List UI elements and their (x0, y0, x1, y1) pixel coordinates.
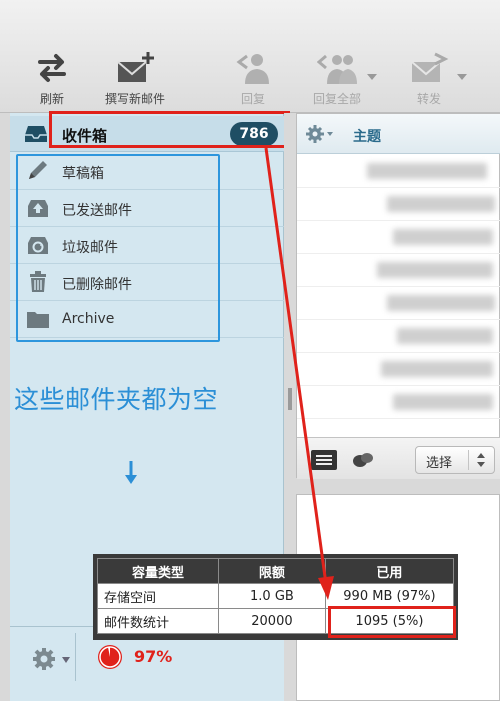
reply-label: 回复 (240, 92, 265, 106)
compose-mail-icon (117, 52, 154, 82)
list-view-icon[interactable] (311, 450, 337, 470)
column-header-limit: 限额 (218, 558, 326, 584)
table-cell: 20000 (218, 608, 326, 634)
compose-label: 撰写新邮件 (104, 92, 165, 106)
table-cell: 存储空间 (96, 583, 220, 609)
table-cell: 邮件数统计 (96, 608, 220, 634)
select-label: 选择 (426, 456, 453, 471)
quota-percentage: 97% (134, 647, 173, 666)
table-cell: 990 MB (97%) (324, 583, 455, 609)
folder-settings-button[interactable] (16, 633, 76, 681)
forward-label: 转发 (416, 92, 441, 106)
toolbar: 刷新 撰写新邮件 回复 回复全部 转发 (0, 0, 500, 113)
refresh-icon (38, 54, 66, 82)
message-row[interactable] (297, 221, 500, 254)
reply-button[interactable]: 回复 (230, 50, 276, 107)
subject-column-header[interactable]: 主题 (353, 126, 381, 146)
annotation-text: 这些邮件夹都为空 (14, 385, 219, 414)
mail-count-highlight (328, 606, 456, 638)
column-header-type: 容量类型 (96, 558, 220, 584)
compose-button[interactable]: 撰写新邮件 (100, 50, 170, 107)
message-list: 主题 选择 (296, 113, 500, 479)
table-cell: 1.0 GB (218, 583, 326, 609)
refresh-button[interactable]: 刷新 (30, 50, 74, 107)
inbox-highlight (49, 111, 290, 148)
message-row[interactable] (297, 353, 500, 386)
gear-icon (33, 648, 55, 670)
reply-icon (236, 54, 269, 84)
reply-all-icon (317, 54, 357, 84)
thread-view-icon[interactable] (351, 450, 375, 470)
quota-pie-icon (98, 645, 122, 669)
inbox-icon (25, 126, 47, 142)
refresh-label: 刷新 (39, 92, 64, 106)
forward-icon (411, 52, 449, 82)
forward-dropdown-icon[interactable] (456, 72, 468, 82)
reply-all-label: 回复全部 (312, 92, 361, 106)
chevron-down-icon (62, 657, 70, 663)
message-row[interactable] (297, 386, 500, 419)
annotation-down-arrow (125, 461, 137, 484)
message-row[interactable] (297, 188, 500, 221)
select-spinner-icon (477, 453, 485, 467)
message-row[interactable] (297, 254, 500, 287)
message-row[interactable] (297, 287, 500, 320)
splitter-grip[interactable] (288, 388, 292, 410)
select-dropdown[interactable]: 选择 (415, 446, 495, 474)
list-options-gear-icon[interactable] (305, 124, 335, 144)
column-header-used: 已用 (324, 558, 455, 584)
message-list-footer: 选择 (297, 437, 500, 479)
table-row: 存储空间 1.0 GB 990 MB (97%) (96, 583, 455, 609)
empty-folders-highlight (16, 154, 220, 342)
message-row[interactable] (297, 320, 500, 353)
reply-all-dropdown-icon[interactable] (366, 72, 378, 82)
message-list-header: 主题 (297, 114, 500, 154)
reply-all-button[interactable]: 回复全部 (302, 50, 372, 107)
forward-button[interactable]: 转发 (404, 50, 454, 107)
message-row[interactable] (297, 155, 500, 188)
